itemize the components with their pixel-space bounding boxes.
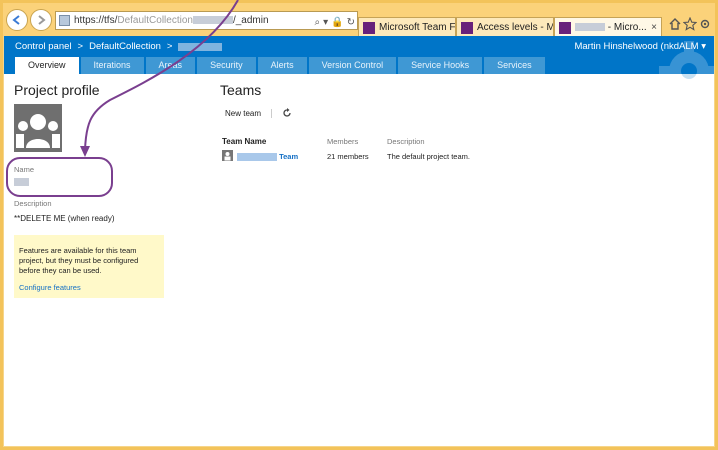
tab-iterations[interactable]: Iterations	[80, 57, 144, 74]
table-row-members: 21 members	[327, 152, 369, 161]
page-header: Control panel > DefaultCollection > Mart…	[4, 36, 714, 101]
home-icon[interactable]	[668, 17, 682, 31]
tab-security[interactable]: Security	[197, 57, 256, 74]
refresh-icon[interactable]	[282, 108, 292, 118]
teams-toolbar: New team	[220, 108, 292, 118]
forward-button[interactable]	[30, 9, 52, 31]
tab-overview[interactable]: Overview	[15, 57, 79, 74]
forward-arrow-icon	[38, 15, 46, 25]
visual-studio-icon	[559, 22, 571, 34]
tab-label: Microsoft Team Found...	[379, 22, 456, 33]
tab-areas[interactable]: Areas	[145, 57, 196, 74]
teams-title: Teams	[220, 82, 262, 98]
configure-features-link[interactable]: Configure features	[19, 283, 81, 293]
breadcrumb-separator: >	[166, 41, 173, 52]
column-header-description[interactable]: Description	[387, 137, 425, 146]
url-prefix: https://tfs/	[74, 15, 118, 26]
tab-label: - Micro...	[607, 22, 647, 33]
url-suffix: /_admin	[232, 15, 269, 26]
breadcrumb-collection[interactable]: DefaultCollection	[89, 41, 161, 52]
gear-background-icon	[659, 41, 714, 101]
name-highlight-annotation	[6, 157, 113, 197]
visual-studio-icon	[363, 22, 375, 34]
team-name-redacted	[237, 153, 277, 162]
description-value: **DELETE ME (when ready)	[14, 214, 115, 223]
toolbar-divider	[271, 108, 273, 118]
tab-service-hooks[interactable]: Service Hooks	[398, 57, 483, 74]
project-profile-title: Project profile	[14, 82, 100, 98]
redacted-text	[192, 16, 233, 25]
features-notice: Features are available for this team pro…	[14, 235, 164, 298]
column-header-team-name[interactable]: Team Name	[222, 137, 266, 146]
close-tab-icon[interactable]: ×	[651, 18, 657, 38]
features-notice-text: Features are available for this team pro…	[19, 246, 139, 275]
browser-chrome: https://tfs/DefaultCollection /_admin ⌕ ▾…	[3, 3, 715, 39]
address-bar[interactable]: https://tfs/DefaultCollection /_admin ⌕ ▾…	[55, 11, 358, 30]
search-icon[interactable]: ⌕	[315, 14, 321, 29]
tab-label: Access levels - Microso...	[477, 22, 554, 33]
breadcrumb-control-panel[interactable]: Control panel	[15, 41, 72, 52]
page-icon	[59, 15, 70, 26]
breadcrumb: Control panel > DefaultCollection >	[15, 41, 223, 52]
back-arrow-icon	[12, 15, 20, 25]
visual-studio-icon	[461, 22, 473, 34]
lock-icon[interactable]: 🔒	[331, 14, 343, 29]
refresh-icon[interactable]: ↻	[347, 14, 355, 29]
team-link[interactable]: Team	[279, 152, 298, 161]
settings-gear-icon[interactable]	[698, 17, 712, 31]
project-name-redacted	[14, 178, 29, 186]
project-image-icon	[14, 104, 62, 152]
team-icon	[222, 150, 233, 161]
description-label: Description	[14, 199, 52, 208]
table-row-description: The default project team.	[387, 152, 470, 161]
dropdown-icon[interactable]: ▾	[323, 14, 328, 29]
tab-version-control[interactable]: Version Control	[308, 57, 397, 74]
table-row-team-name[interactable]: Team	[237, 152, 298, 162]
back-button[interactable]	[6, 9, 28, 31]
breadcrumb-project-redacted[interactable]	[178, 42, 223, 51]
url-collection: DefaultCollection	[117, 15, 193, 26]
web-page: Control panel > DefaultCollection > Mart…	[4, 36, 714, 446]
column-header-members[interactable]: Members	[327, 137, 358, 146]
tab-services[interactable]: Services	[484, 57, 545, 74]
admin-nav-tabs: Overview Iterations Areas Security Alert…	[15, 57, 545, 74]
tab-alerts[interactable]: Alerts	[257, 57, 307, 74]
favorites-star-icon[interactable]	[683, 17, 697, 31]
breadcrumb-separator: >	[77, 41, 84, 52]
redacted-text	[575, 23, 605, 32]
new-team-button[interactable]: New team	[225, 109, 261, 118]
name-label: Name	[14, 165, 35, 174]
